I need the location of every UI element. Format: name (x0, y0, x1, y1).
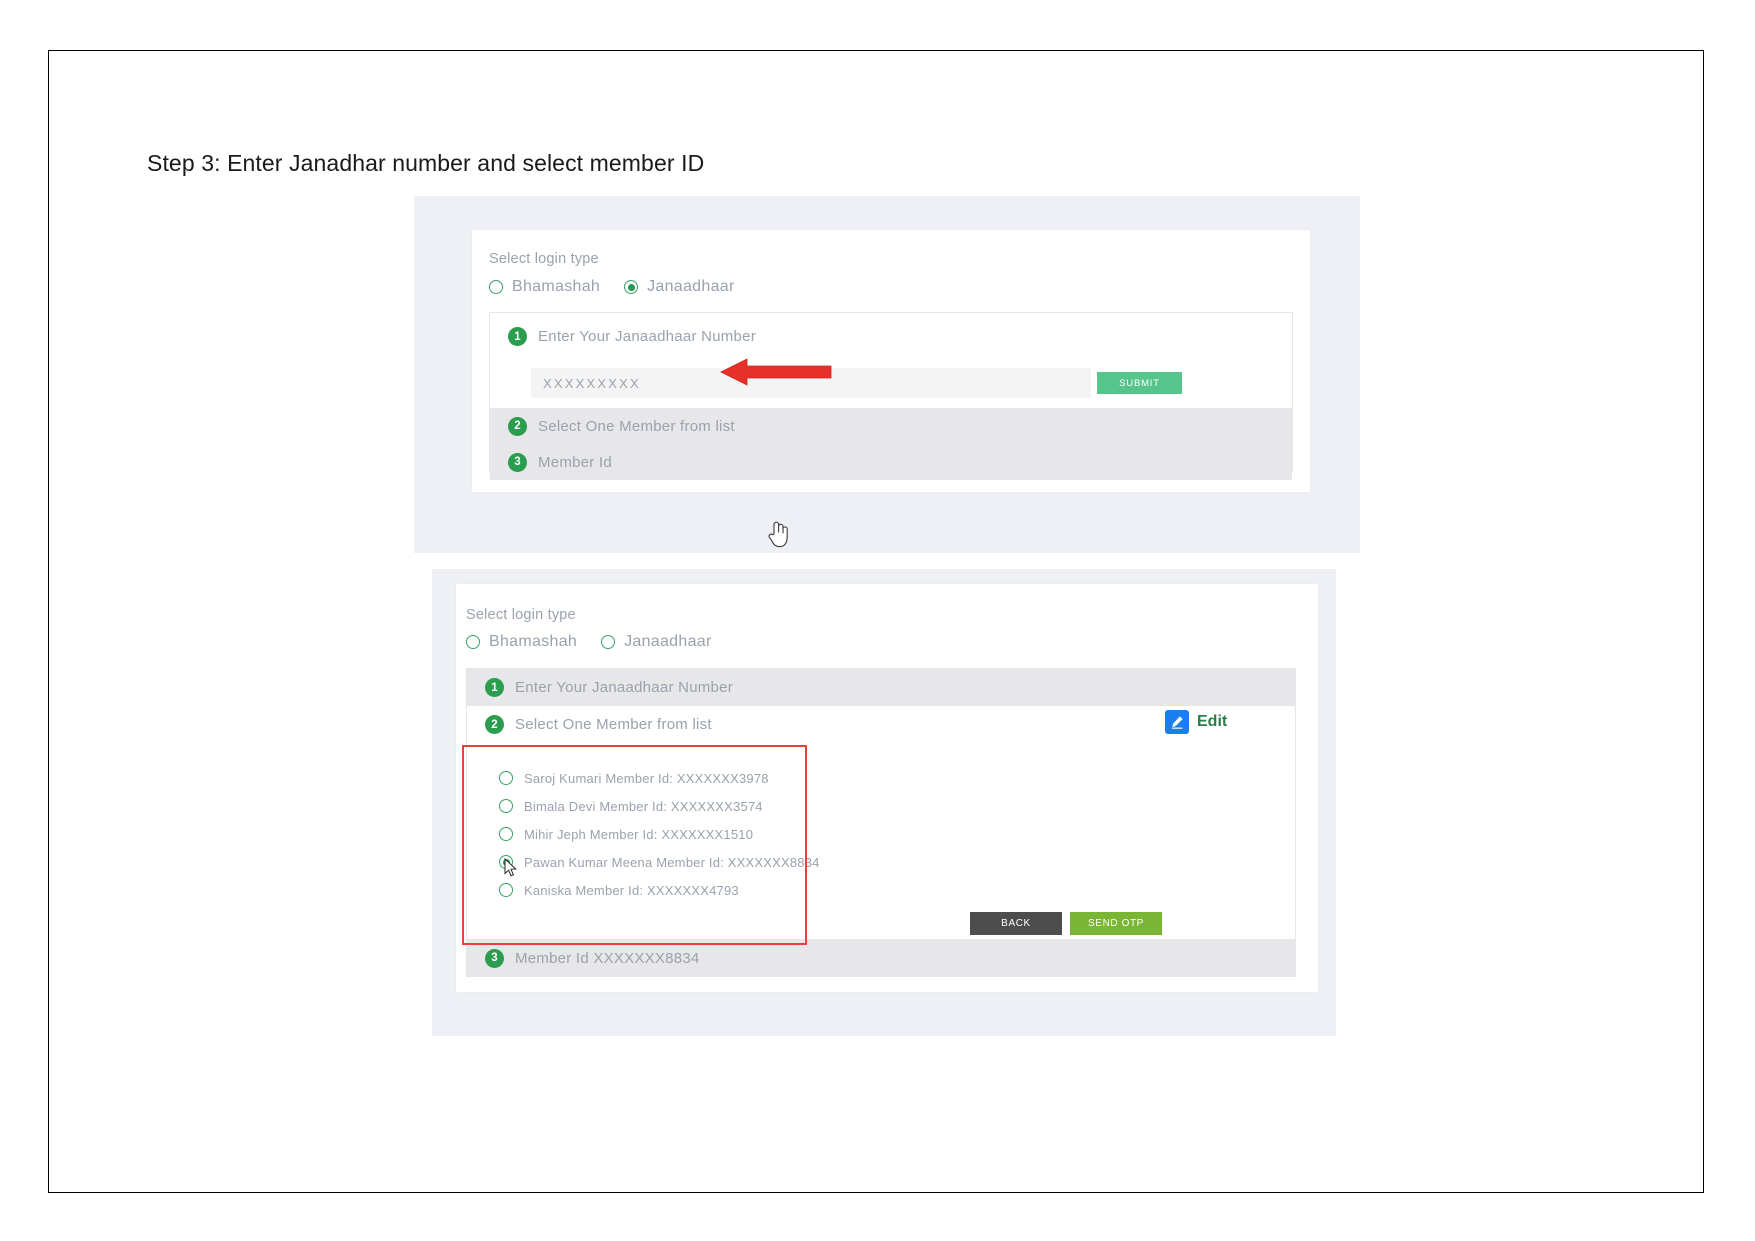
member-list[interactable]: Saroj Kumari Member Id: XXXXXXX3978 Bima… (499, 764, 820, 904)
panel-2-step-2-body: Saroj Kumari Member Id: XXXXXXX3978 Bima… (467, 743, 1295, 939)
panel-2-radio-janaadhaar[interactable]: Janaadhaar (601, 633, 712, 651)
panel-1-radio-bhamashah-label: Bhamashah (512, 278, 601, 295)
panel-1-step-1-label: Enter Your Janaadhaar Number (538, 328, 756, 345)
panel-1-step-1-body: SUBMIT (490, 360, 1292, 408)
panel-1-accordion: 1 Enter Your Janaadhaar Number SUBMIT 2 … (489, 312, 1293, 480)
panel-1-step-2-header[interactable]: 2 Select One Member from list (490, 408, 1292, 444)
panel-1-radio-janaadhaar-label: Janaadhaar (647, 278, 735, 295)
list-item[interactable]: Saroj Kumari Member Id: XXXXXXX3978 (499, 764, 820, 792)
panel-2-radio-bhamashah[interactable]: Bhamashah (466, 633, 577, 651)
edit-button[interactable]: Edit (1165, 710, 1227, 734)
list-item[interactable]: Mihir Jeph Member Id: XXXXXXX1510 (499, 820, 820, 848)
panel-2-step-2-label: Select One Member from list (515, 716, 712, 733)
step-badge-1: 1 (508, 327, 527, 346)
step-badge-3: 3 (485, 948, 504, 968)
radio-circle-icon (466, 635, 480, 649)
member-label: Kaniska Member Id: XXXXXXX4793 (524, 882, 739, 898)
panel-2-step-3-label: Member Id XXXXXXX8834 (515, 949, 700, 967)
panel-2-radio-bhamashah-label: Bhamashah (489, 633, 578, 650)
document-page: Step 3: Enter Janadhar number and select… (0, 0, 1755, 1241)
panel-1-select-login-label: Select login type (489, 251, 599, 267)
janaadhaar-number-input[interactable] (531, 368, 1091, 398)
panel-1-step-1-header[interactable]: 1 Enter Your Janaadhaar Number (490, 313, 1292, 360)
panel-1-step-3-header[interactable]: 3 Member Id (490, 444, 1292, 480)
step-badge-3: 3 (508, 452, 527, 472)
panel-1-step-2-label: Select One Member from list (538, 417, 735, 435)
send-otp-button[interactable]: SEND OTP (1070, 912, 1162, 935)
step-badge-1: 1 (485, 678, 504, 697)
list-item-selected[interactable]: Pawan Kumar Meena Member Id: XXXXXXX8834 (499, 848, 820, 876)
pencil-square-icon (1165, 710, 1189, 734)
panel-2-select-login-label: Select login type (466, 607, 576, 623)
radio-circle-icon (489, 280, 503, 294)
edit-button-label: Edit (1197, 713, 1228, 730)
radio-circle-icon (499, 771, 513, 785)
panel-1-login-type-radio-group[interactable]: Bhamashah Janaadhaar (489, 278, 735, 296)
radio-circle-icon (499, 827, 513, 841)
panel-1-radio-bhamashah[interactable]: Bhamashah (489, 278, 600, 296)
radio-circle-selected-icon (499, 855, 513, 869)
member-label: Bimala Devi Member Id: XXXXXXX3574 (524, 798, 763, 814)
radio-circle-selected-icon (624, 280, 639, 294)
panel-2-step-1-label: Enter Your Janaadhaar Number (515, 679, 733, 696)
back-button[interactable]: BACK (970, 912, 1062, 935)
radio-circle-icon (499, 883, 513, 897)
panel-2-step-1-header[interactable]: 1 Enter Your Janaadhaar Number (467, 669, 1295, 706)
panel-2-step-3-header[interactable]: 3 Member Id XXXXXXX8834 (467, 939, 1295, 977)
panel-1-step-3-label: Member Id (538, 453, 612, 471)
panel-1-radio-janaadhaar[interactable]: Janaadhaar (624, 278, 735, 296)
list-item[interactable]: Kaniska Member Id: XXXXXXX4793 (499, 876, 820, 904)
member-label: Pawan Kumar Meena Member Id: XXXXXXX8834 (524, 854, 820, 870)
step-badge-2: 2 (485, 715, 504, 734)
page-title: Step 3: Enter Janadhar number and select… (147, 150, 705, 176)
step-badge-2: 2 (508, 416, 527, 436)
list-item[interactable]: Bimala Devi Member Id: XXXXXXX3574 (499, 792, 820, 820)
member-actions: BACK SEND OTP (970, 912, 1162, 935)
panel-2-login-type-radio-group[interactable]: Bhamashah Janaadhaar (466, 633, 712, 651)
panel-2-radio-janaadhaar-label: Janaadhaar (624, 633, 712, 650)
radio-circle-icon (601, 635, 616, 649)
member-label: Mihir Jeph Member Id: XXXXXXX1510 (524, 826, 754, 842)
submit-button[interactable]: SUBMIT (1097, 372, 1182, 394)
member-label: Saroj Kumari Member Id: XXXXXXX3978 (524, 770, 769, 786)
radio-circle-icon (499, 799, 513, 813)
